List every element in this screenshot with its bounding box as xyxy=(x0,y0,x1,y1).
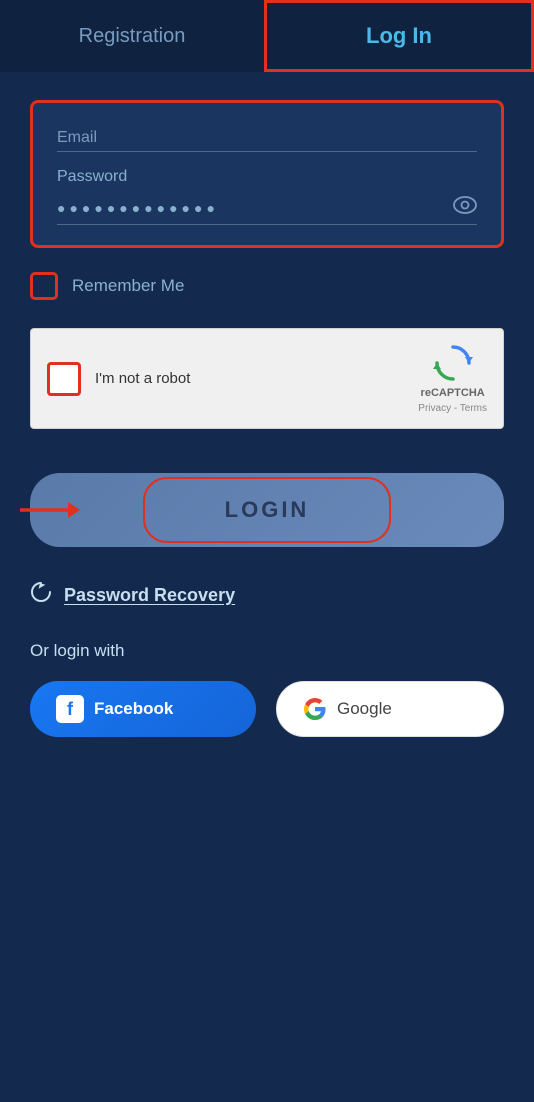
tab-bar: Registration Log In xyxy=(0,0,534,72)
email-input[interactable] xyxy=(57,125,477,152)
google-button-label: Google xyxy=(337,699,392,719)
arrow-indicator xyxy=(20,495,80,525)
remember-me-label: Remember Me xyxy=(72,276,184,296)
recaptcha-links: Privacy - Terms xyxy=(418,403,487,414)
tab-login[interactable]: Log In xyxy=(264,0,534,72)
recaptcha-checkbox[interactable] xyxy=(47,362,81,396)
recaptcha-box[interactable]: I'm not a robot reCAPTCHA Privacy - Term… xyxy=(30,328,504,429)
eye-icon[interactable] xyxy=(453,196,477,220)
password-row: ●●●●●●●●●●●●● xyxy=(57,192,477,225)
email-field-group xyxy=(57,125,477,152)
remember-me-row: Remember Me xyxy=(30,272,504,300)
login-button-label: LOGIN xyxy=(225,497,310,523)
facebook-login-button[interactable]: f Facebook xyxy=(30,681,256,737)
or-login-label: Or login with xyxy=(30,641,504,661)
social-buttons: f Facebook Google xyxy=(30,681,504,737)
recaptcha-logo-icon xyxy=(433,343,473,383)
recaptcha-left: I'm not a robot xyxy=(47,362,190,396)
tab-login-label: Log In xyxy=(366,23,432,49)
password-recovery-label: Password Recovery xyxy=(64,585,235,606)
facebook-icon: f xyxy=(56,695,84,723)
recaptcha-text: I'm not a robot xyxy=(95,370,190,387)
remember-me-checkbox[interactable] xyxy=(30,272,58,300)
google-icon xyxy=(303,697,327,721)
facebook-button-label: Facebook xyxy=(94,699,173,719)
recaptcha-right: reCAPTCHA Privacy - Terms xyxy=(418,343,487,414)
google-login-button[interactable]: Google xyxy=(276,681,504,737)
recovery-icon xyxy=(30,581,52,609)
password-label: Password xyxy=(57,168,477,186)
login-form-box: Password ●●●●●●●●●●●●● xyxy=(30,100,504,248)
password-dots: ●●●●●●●●●●●●● xyxy=(57,200,453,216)
recaptcha-brand-label: reCAPTCHA xyxy=(421,387,485,399)
tab-registration-label: Registration xyxy=(79,25,186,48)
main-content: Password ●●●●●●●●●●●●● Remember Me I'm n… xyxy=(0,72,534,777)
login-button-wrapper: LOGIN xyxy=(30,473,504,547)
password-field-group: Password ●●●●●●●●●●●●● xyxy=(57,168,477,225)
login-button[interactable]: LOGIN xyxy=(143,477,392,543)
password-recovery-link[interactable]: Password Recovery xyxy=(30,581,504,609)
login-button-area: LOGIN xyxy=(30,473,504,547)
tab-registration[interactable]: Registration xyxy=(0,0,264,72)
